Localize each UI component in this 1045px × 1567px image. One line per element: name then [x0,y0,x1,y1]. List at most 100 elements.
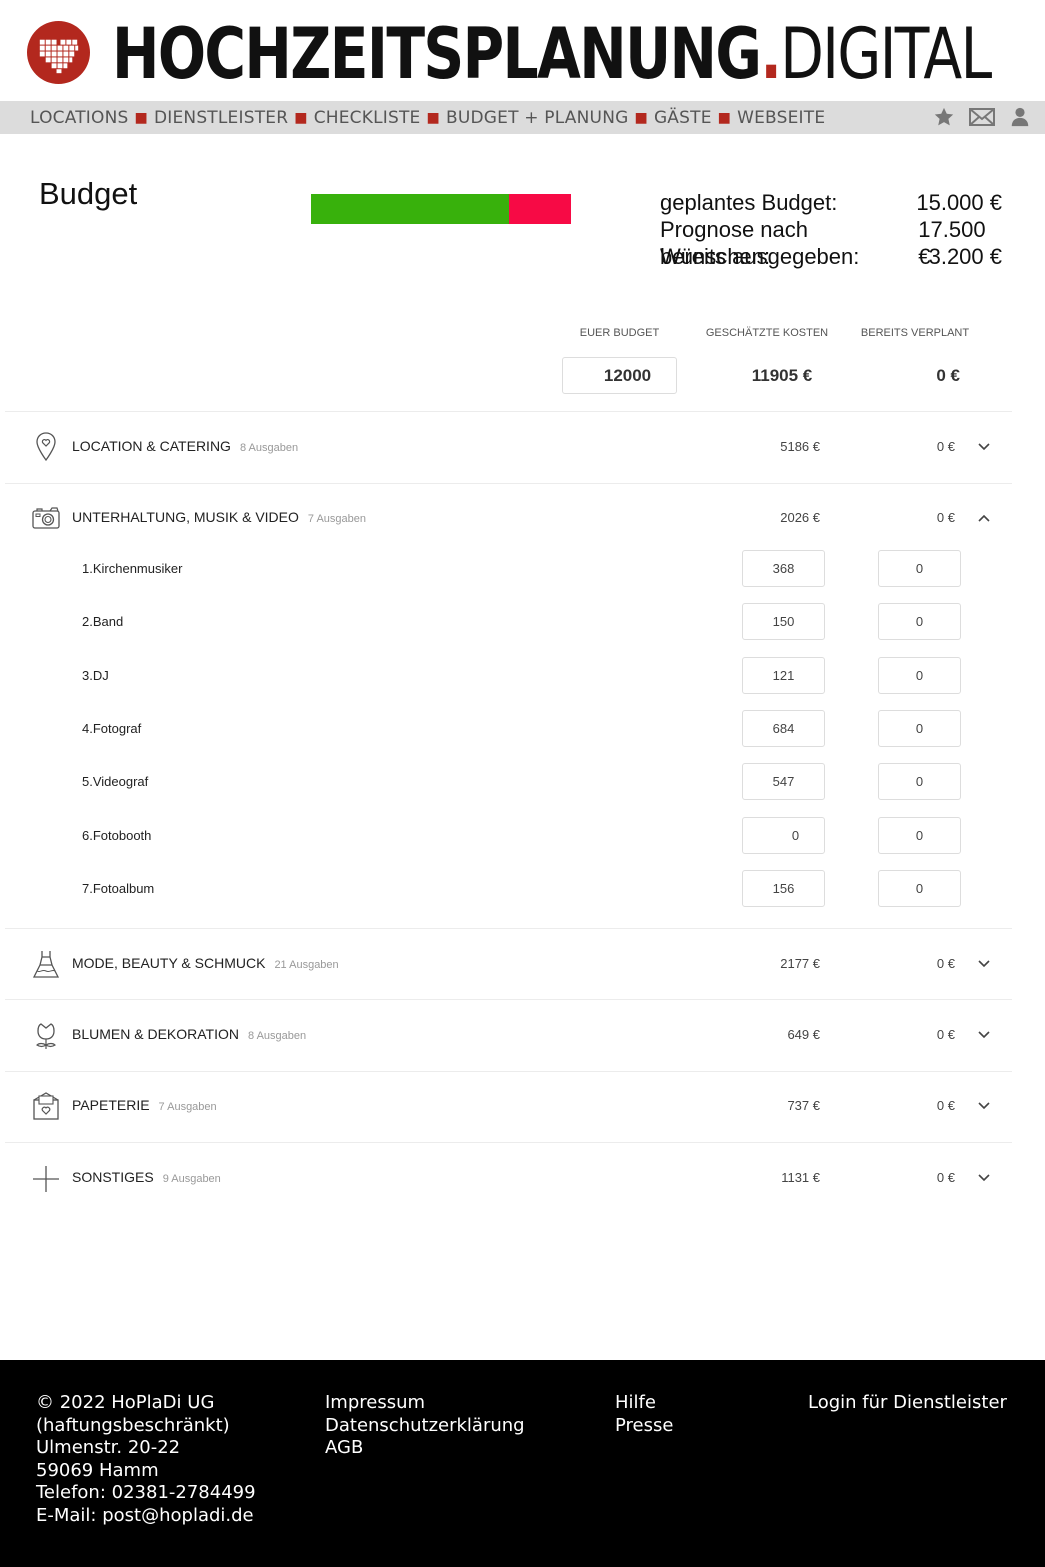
column-header-budget: EUER BUDGET [579,327,660,339]
item-planned-input[interactable]: 0 [878,870,961,907]
summary-planned-budget: geplantes Budget: 15.000 € [660,189,1002,216]
item-planned-input[interactable]: 0 [878,817,961,854]
divider [5,928,1012,929]
column-header-planned: BEREITS VERPLANT [860,327,970,339]
category-row-sonstiges[interactable]: SONSTIGES 9 Ausgaben 1131 € 0 € [0,1158,1045,1198]
item-planned-input[interactable]: 0 [878,710,961,747]
list-item: 4.Fotograf 684 0 [0,710,1045,747]
chevron-down-icon[interactable] [976,956,992,972]
category-planned: 0 € [936,1098,955,1113]
footer-phone: Telefon: 02381-2784499 [36,1482,256,1504]
footer-city: 59069 Hamm [36,1459,159,1481]
footer-link-login[interactable]: Login für Dienstleister [808,1392,1007,1415]
total-planned: 0 € [936,366,960,385]
category-estimated: 2177 € [780,956,820,971]
category-count: 7 Ausgaben [158,1101,217,1113]
progress-spent [311,194,509,224]
page-title: Budget [39,176,138,211]
list-item: 5.Videograf 547 0 [0,763,1045,800]
chevron-down-icon[interactable] [976,1027,992,1043]
total-estimated: 11905 € [751,366,813,385]
category-row-location-catering[interactable]: LOCATION & CATERING 8 Ausgaben 5186 € 0 € [0,427,1045,467]
category-row-blumen[interactable]: BLUMEN & DEKORATION 8 Ausgaben 649 € 0 € [0,1015,1045,1055]
category-name: MODE, BEAUTY & SCHMUCK [72,955,266,971]
summary-value: 15.000 € [916,190,1002,215]
brand-wordmark[interactable]: HOCHZEITSPLANUNG.DIGITAL [112,11,992,97]
brand-suffix: DIGITAL [780,13,992,95]
item-planned-input[interactable]: 0 [878,657,961,694]
divider [5,483,1012,484]
mail-icon[interactable] [969,106,995,128]
item-label: 7.Fotoalbum [82,881,155,896]
item-estimated-input[interactable]: 684 [742,710,825,747]
brand-main: HOCHZEITSPLANUNG [112,13,762,95]
category-estimated: 737 € [787,1098,820,1113]
footer-email[interactable]: E-Mail: post@hopladi.de [36,1505,256,1528]
category-name: PAPETERIE [72,1097,150,1113]
category-count: 21 Ausgaben [274,959,339,971]
category-count: 9 Ausgaben [162,1173,221,1185]
item-label: 1.Kirchenmusiker [82,561,183,576]
footer-link-presse[interactable]: Presse [615,1415,673,1438]
item-estimated-input[interactable]: 156 [742,870,825,907]
item-planned-input[interactable]: 0 [878,763,961,800]
summary-label: Prognose nach Wünschen: [660,217,808,269]
category-count: 8 Ausgaben [248,1030,307,1042]
category-estimated: 649 € [787,1027,820,1042]
item-estimated-input[interactable]: 0 [742,817,825,854]
footer-link-agb[interactable]: AGB [325,1437,525,1460]
divider [5,999,1012,1000]
item-label: 4.Fotograf [82,721,142,736]
camera-icon [32,507,60,529]
chevron-up-icon[interactable] [976,510,992,526]
category-planned: 0 € [936,439,955,454]
category-row-mode-beauty[interactable]: MODE, BEAUTY & SCHMUCK 21 Ausgaben 2177 €… [0,944,1045,984]
category-name: BLUMEN & DEKORATION [72,1026,239,1042]
nav-locations[interactable]: LOCATIONS [30,108,129,128]
footer-street: Ulmenstr. 20-22 [36,1437,181,1459]
category-name: LOCATION & CATERING [72,438,231,454]
main-nav: LOCATIONS ■ DIENSTLEISTER ■ CHECKLISTE ■ BU… [0,101,1045,134]
category-name: UNTERHALTUNG, MUSIK & VIDEO [72,509,299,525]
flower-icon [36,1023,56,1049]
category-estimated: 2026 € [780,510,820,525]
nav-separator: ■ [426,109,440,126]
item-planned-input[interactable]: 0 [878,550,961,587]
item-estimated-input[interactable]: 150 [742,603,825,640]
column-header-estimated: GESCHÄTZTE KOSTEN [705,327,829,339]
pixel-heart-icon[interactable] [27,21,90,84]
chevron-down-icon[interactable] [976,1098,992,1114]
item-label: 6.Fotobooth [82,828,152,843]
item-estimated-input[interactable]: 368 [742,550,825,587]
item-label: 3.DJ [82,668,109,683]
summary-spent: bereits ausgegeben: 3.200 € [660,243,1002,270]
category-estimated: 5186 € [780,439,820,454]
footer-company: © 2022 HoPlaDi UG (haftungsbeschränkt) U… [36,1392,256,1528]
summary-value: 17.500 € [918,217,986,269]
location-pin-icon [36,432,56,462]
footer-link-datenschutz[interactable]: Datenschutzerklärung [325,1415,525,1438]
divider [5,1071,1012,1072]
nav-separator: ■ [634,109,648,126]
star-icon[interactable] [933,106,955,128]
footer-link-impressum[interactable]: Impressum [325,1392,525,1415]
category-count: 7 Ausgaben [307,513,367,525]
footer-link-hilfe[interactable]: Hilfe [615,1392,673,1415]
category-planned: 0 € [936,956,955,971]
chevron-down-icon[interactable] [976,439,992,455]
category-row-papeterie[interactable]: PAPETERIE 7 Ausgaben 737 € 0 € [0,1086,1045,1126]
nav-dienstleister[interactable]: DIENSTLEISTER [154,108,288,128]
nav-checkliste[interactable]: CHECKLISTE [314,108,421,128]
item-planned-input[interactable]: 0 [878,603,961,640]
budget-input[interactable]: 12000 [562,357,677,394]
category-planned: 0 € [936,1027,955,1042]
chevron-down-icon[interactable] [976,1170,992,1186]
nav-budget-planung[interactable]: BUDGET + PLANUNG [446,108,629,128]
item-estimated-input[interactable]: 121 [742,657,825,694]
nav-webseite[interactable]: WEBSEITE [737,108,825,128]
category-row-unterhaltung[interactable]: UNTERHALTUNG, MUSIK & VIDEO 7 Ausgaben 20… [0,498,1045,538]
budget-summary: geplantes Budget: 15.000 € Prognose nach … [660,189,1002,270]
user-icon[interactable] [1009,106,1031,128]
item-estimated-input[interactable]: 547 [742,763,825,800]
nav-gaeste[interactable]: GÄSTE [654,108,712,128]
